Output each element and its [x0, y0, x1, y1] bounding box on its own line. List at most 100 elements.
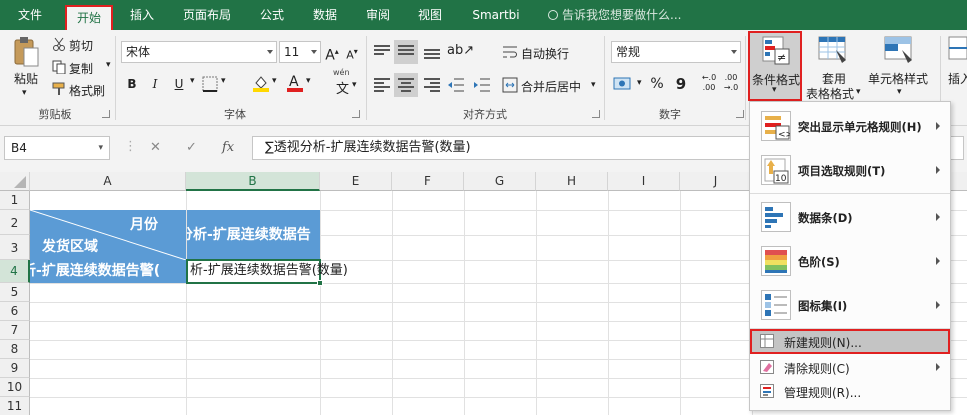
increase-decimal-button[interactable]: ←.0.00	[700, 73, 718, 95]
font-color-dropdown-icon[interactable]: ▾	[306, 76, 311, 86]
copy-dropdown-icon[interactable]: ▾	[106, 60, 111, 70]
format-as-table-line2[interactable]: 表格格式	[806, 85, 854, 102]
font-launcher-icon[interactable]	[352, 110, 360, 118]
tab-insert[interactable]: 插入	[122, 0, 162, 30]
tab-view[interactable]: 视图	[410, 0, 450, 30]
menu-item-clear-rules[interactable]: 清除规则(C)	[750, 356, 950, 378]
insert-cells-button[interactable]: 插入	[948, 70, 967, 87]
menu-item-data-bars[interactable]: 数据条(D)	[750, 195, 950, 239]
grow-font-button[interactable]: A▴	[323, 41, 341, 64]
underline-dropdown-icon[interactable]: ▾	[190, 76, 195, 86]
row-header-3[interactable]: 3	[0, 235, 30, 260]
column-header-i[interactable]: I	[608, 172, 680, 191]
alignment-launcher-icon[interactable]	[592, 110, 600, 118]
align-middle-button[interactable]	[394, 40, 418, 64]
font-size-combo[interactable]: 11	[279, 41, 321, 63]
paste-icon[interactable]	[12, 36, 40, 70]
conditional-formatting-button[interactable]: ≠ 条件格式 ▾	[748, 31, 802, 101]
row-header-9[interactable]: 9	[0, 359, 30, 378]
paste-button[interactable]: 粘贴	[14, 70, 38, 87]
drag-handle-icon[interactable]: ⋮	[124, 139, 137, 154]
row-header-4[interactable]: 4	[0, 260, 30, 283]
tab-smartbi[interactable]: Smartbi	[464, 0, 528, 30]
tab-home[interactable]: 开始	[65, 5, 113, 30]
row-header-2[interactable]: 2	[0, 210, 30, 235]
enter-icon[interactable]: ✓	[186, 140, 197, 155]
comma-style-button[interactable]: 9	[674, 73, 688, 95]
accounting-format-icon[interactable]	[613, 75, 635, 96]
orientation-button[interactable]: ab↗	[447, 40, 474, 62]
row-header-6[interactable]: 6	[0, 302, 30, 321]
column-header-g[interactable]: G	[464, 172, 536, 191]
borders-icon[interactable]	[202, 76, 218, 95]
row-header-11[interactable]: 11	[0, 397, 30, 415]
fill-color-dropdown-icon[interactable]: ▾	[272, 76, 277, 86]
menu-item-highlight-rules[interactable]: <> 突出显示单元格规则(H)	[750, 104, 950, 148]
phonetic-guide-button[interactable]: wén	[333, 68, 350, 77]
insert-function-icon[interactable]: fx	[222, 140, 234, 155]
shrink-font-button[interactable]: A▾	[343, 41, 361, 63]
align-top-icon[interactable]	[374, 45, 390, 59]
underline-button[interactable]: U	[170, 73, 188, 95]
copy-button[interactable]: 复制	[69, 60, 93, 77]
decrease-indent-icon[interactable]	[447, 78, 465, 95]
row-header-7[interactable]: 7	[0, 321, 30, 340]
chevron-down-icon[interactable]: ▾	[856, 87, 861, 97]
align-bottom-icon[interactable]	[424, 45, 440, 59]
font-color-icon[interactable]: A	[286, 73, 304, 96]
column-header-j[interactable]: J	[680, 172, 752, 191]
pivot-row-header-cell[interactable]: 析-扩展连续数据告警(	[30, 260, 186, 283]
number-launcher-icon[interactable]	[736, 110, 744, 118]
pivot-measure-header[interactable]: 分析-扩展连续数据告	[187, 210, 320, 260]
cell-styles-button[interactable]: 单元格样式	[868, 70, 928, 87]
format-painter-button[interactable]: 格式刷	[69, 82, 105, 99]
cancel-icon[interactable]: ✕	[150, 140, 161, 155]
pivot-corner-cell[interactable]: 月份 发货区域	[30, 210, 186, 260]
column-header-h[interactable]: H	[536, 172, 608, 191]
paste-dropdown-icon[interactable]: ▾	[22, 88, 27, 98]
column-header-e[interactable]: E	[320, 172, 392, 191]
cut-button[interactable]: 剪切	[69, 37, 93, 54]
column-header-b[interactable]: B	[186, 172, 320, 191]
name-box[interactable]: B4 ▾	[4, 136, 110, 160]
menu-item-new-rule[interactable]: 新建规则(N)...	[750, 329, 950, 354]
menu-item-manage-rules[interactable]: 管理规则(R)...	[750, 380, 950, 402]
tab-data[interactable]: 数据	[305, 0, 345, 30]
menu-item-top-bottom-rules[interactable]: 10 项目选取规则(T)	[750, 148, 950, 192]
menu-item-icon-sets[interactable]: 图标集(I)	[750, 283, 950, 327]
column-header-f[interactable]: F	[392, 172, 464, 191]
merge-dropdown-icon[interactable]: ▾	[591, 80, 596, 90]
align-right-icon[interactable]	[424, 78, 440, 92]
merge-center-button[interactable]: 合并后居中	[521, 78, 581, 95]
row-header-8[interactable]: 8	[0, 340, 30, 359]
row-header-10[interactable]: 10	[0, 378, 30, 397]
row-header-5[interactable]: 5	[0, 283, 30, 302]
number-format-combo[interactable]: 常规	[611, 41, 741, 63]
align-center-button[interactable]	[394, 73, 418, 97]
column-header-a[interactable]: A	[30, 172, 186, 191]
tab-page-layout[interactable]: 页面布局	[176, 0, 238, 30]
decrease-decimal-button[interactable]: .00 →.0	[722, 73, 740, 95]
accounting-dropdown-icon[interactable]: ▾	[637, 78, 642, 88]
chevron-down-icon[interactable]: ▾	[897, 87, 902, 97]
tab-review[interactable]: 审阅	[358, 0, 398, 30]
font-name-combo[interactable]: 宋体	[121, 41, 277, 63]
fill-handle[interactable]	[317, 280, 323, 286]
percent-button[interactable]: %	[648, 73, 666, 95]
tab-formulas[interactable]: 公式	[252, 0, 292, 30]
clipboard-launcher-icon[interactable]	[102, 110, 110, 118]
tab-file[interactable]: 文件	[10, 0, 50, 30]
phonetic-dropdown-icon[interactable]: ▾	[352, 80, 357, 90]
increase-indent-icon[interactable]	[473, 78, 491, 95]
menu-item-color-scales[interactable]: 色阶(S)	[750, 239, 950, 283]
tell-me-search[interactable]: 告诉我您想要做什么...	[548, 0, 681, 30]
select-all-corner[interactable]	[0, 172, 30, 191]
bold-button[interactable]: B	[123, 73, 141, 95]
borders-dropdown-icon[interactable]: ▾	[221, 76, 226, 86]
row-header-1[interactable]: 1	[0, 191, 30, 210]
italic-button[interactable]: I	[146, 73, 164, 95]
wrap-text-button[interactable]: 自动换行	[521, 45, 569, 62]
active-cell-b4[interactable]: 析-扩展连续数据告警(数量)	[186, 259, 348, 284]
fill-color-icon[interactable]	[252, 74, 270, 95]
align-left-icon[interactable]	[374, 78, 390, 92]
